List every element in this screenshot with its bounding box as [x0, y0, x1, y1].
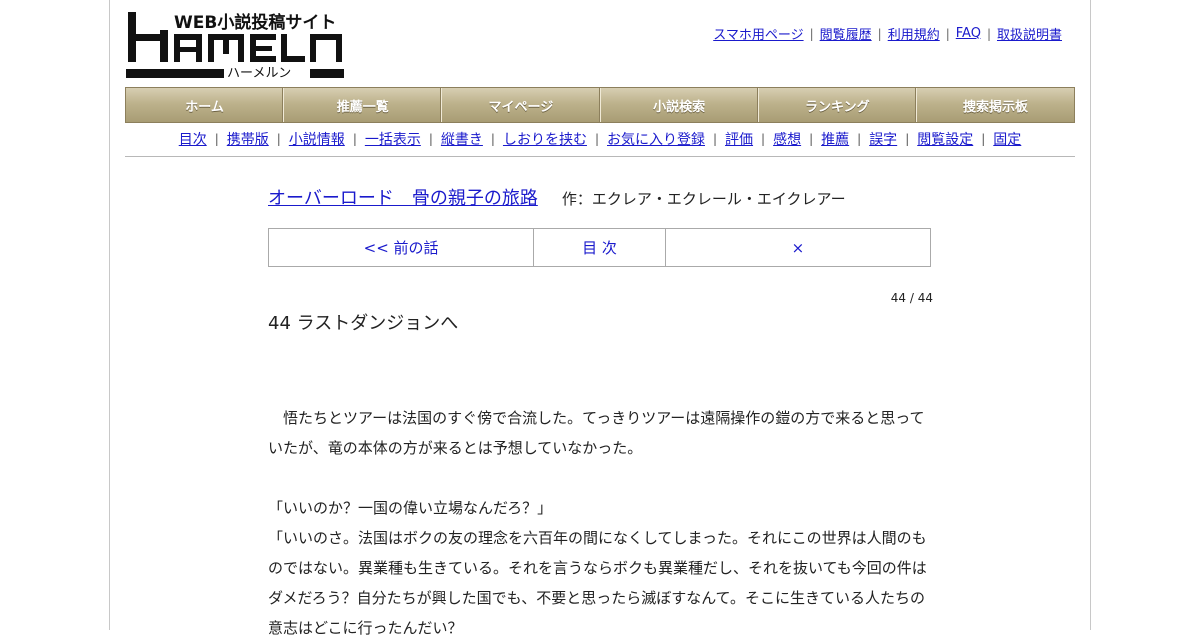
- faq-link[interactable]: FAQ: [956, 26, 981, 41]
- toc-link[interactable]: 目 次: [534, 229, 666, 266]
- body-line: 「いいのか？一国の偉い立場なんだろ？」: [268, 499, 553, 517]
- prev-chapter-link[interactable]: << 前の話: [269, 229, 535, 266]
- chapter-count: 44 / 44: [890, 291, 933, 305]
- subnav-vertical[interactable]: 縦書き: [441, 129, 483, 149]
- subnav-show-all[interactable]: 一括表示: [365, 129, 421, 149]
- nav-search-board[interactable]: 捜索掲示板: [917, 88, 1074, 122]
- top-links: スマホ用ページ | 閲覧履歴 | 利用規約 | FAQ | 取扱説明書: [713, 24, 1062, 43]
- chapter-title: 44 ラストダンジョンへ: [268, 313, 459, 334]
- main-nav: ホーム 推薦一覧 マイページ 小説検索 ランキング 捜索掲示板: [125, 87, 1075, 123]
- nav-novel-search[interactable]: 小説検索: [601, 88, 759, 122]
- body-line: ダメだろう？自分たちが興した国でも、不要と思ったら滅ぼすなんて。そこに生きている…: [268, 589, 926, 607]
- history-link[interactable]: 閲覧履歴: [820, 24, 872, 43]
- chapter-main: オーバーロード 骨の親子の旅路 作：エクレア・エクレール・エイクレアー << 前…: [268, 170, 933, 643]
- terms-link[interactable]: 利用規約: [888, 24, 940, 43]
- body-line: 意志はどこに行ったんだい？: [268, 619, 463, 637]
- subnav-rating[interactable]: 評価: [725, 129, 753, 149]
- body-line: 悟たちとツアーは法国のすぐ傍で合流した。てっきりツアーは遠隔操作の鎧の方で来ると…: [268, 409, 925, 427]
- subnav-novel-info[interactable]: 小説情報: [289, 129, 345, 149]
- page-container: WEB小説投稿サイト ハーメルン スマホ用ページ | 閲覧履歴 | 利用規約 |…: [109, 0, 1091, 637]
- body-blank-line: [268, 463, 930, 493]
- manual-link[interactable]: 取扱説明書: [997, 24, 1062, 43]
- smartphone-page-link[interactable]: スマホ用ページ: [713, 24, 803, 43]
- subnav-bookmark[interactable]: しおりを挟む: [503, 129, 587, 149]
- subnav-view-settings[interactable]: 閲覧設定: [917, 129, 973, 149]
- nav-mypage[interactable]: マイページ: [442, 88, 601, 122]
- body-line: 「いいのさ。法国はボクの友の理念を六百年の間になくしてしまった。それにこの世界は…: [268, 529, 927, 547]
- nav-recommend-list[interactable]: 推薦一覧: [284, 88, 443, 122]
- logo-tagline: WEB小説投稿サイト: [174, 12, 336, 33]
- subnav-mobile[interactable]: 携帯版: [227, 129, 269, 149]
- nav-ranking[interactable]: ランキング: [759, 88, 917, 122]
- subnav-recommend[interactable]: 推薦: [821, 129, 849, 149]
- body-line: いたが、竜の本体の方が来るとは予想していなかった。: [268, 439, 643, 457]
- subnav-comments[interactable]: 感想: [773, 129, 801, 149]
- title-row: オーバーロード 骨の親子の旅路 作：エクレア・エクレール・エイクレアー: [268, 184, 933, 210]
- subnav-typo[interactable]: 誤字: [869, 129, 897, 149]
- logo-graphic: WEB小説投稿サイト ハーメルン: [126, 12, 344, 81]
- subnav-toc[interactable]: 目次: [179, 129, 207, 149]
- subnav-favorite[interactable]: お気に入り登録: [607, 129, 705, 149]
- chapter-body: 悟たちとツアーは法国のすぐ傍で合流した。てっきりツアーは遠隔操作の鎧の方で来ると…: [268, 403, 930, 643]
- hameln-logo[interactable]: WEB小説投稿サイト ハーメルン: [126, 10, 346, 82]
- next-chapter-none: ×: [791, 238, 805, 257]
- logo-kana: ハーメルン: [227, 66, 291, 81]
- nav-home[interactable]: ホーム: [126, 88, 285, 122]
- subnav-pin[interactable]: 固定: [993, 129, 1021, 149]
- author-label: 作：エクレア・エクレール・エイクレアー: [561, 190, 846, 208]
- novel-subnav: 目次 | 携帯版 | 小説情報 | 一括表示 | 縦書き | しおりを挟む | …: [125, 122, 1075, 157]
- novel-title-link[interactable]: オーバーロード 骨の親子の旅路: [268, 184, 538, 210]
- body-line: のではない。異業種も生きている。それを言うならボクも異業種だし、それを抜いても今…: [268, 559, 927, 577]
- chapter-pager: << 前の話 目 次 ×: [268, 228, 931, 267]
